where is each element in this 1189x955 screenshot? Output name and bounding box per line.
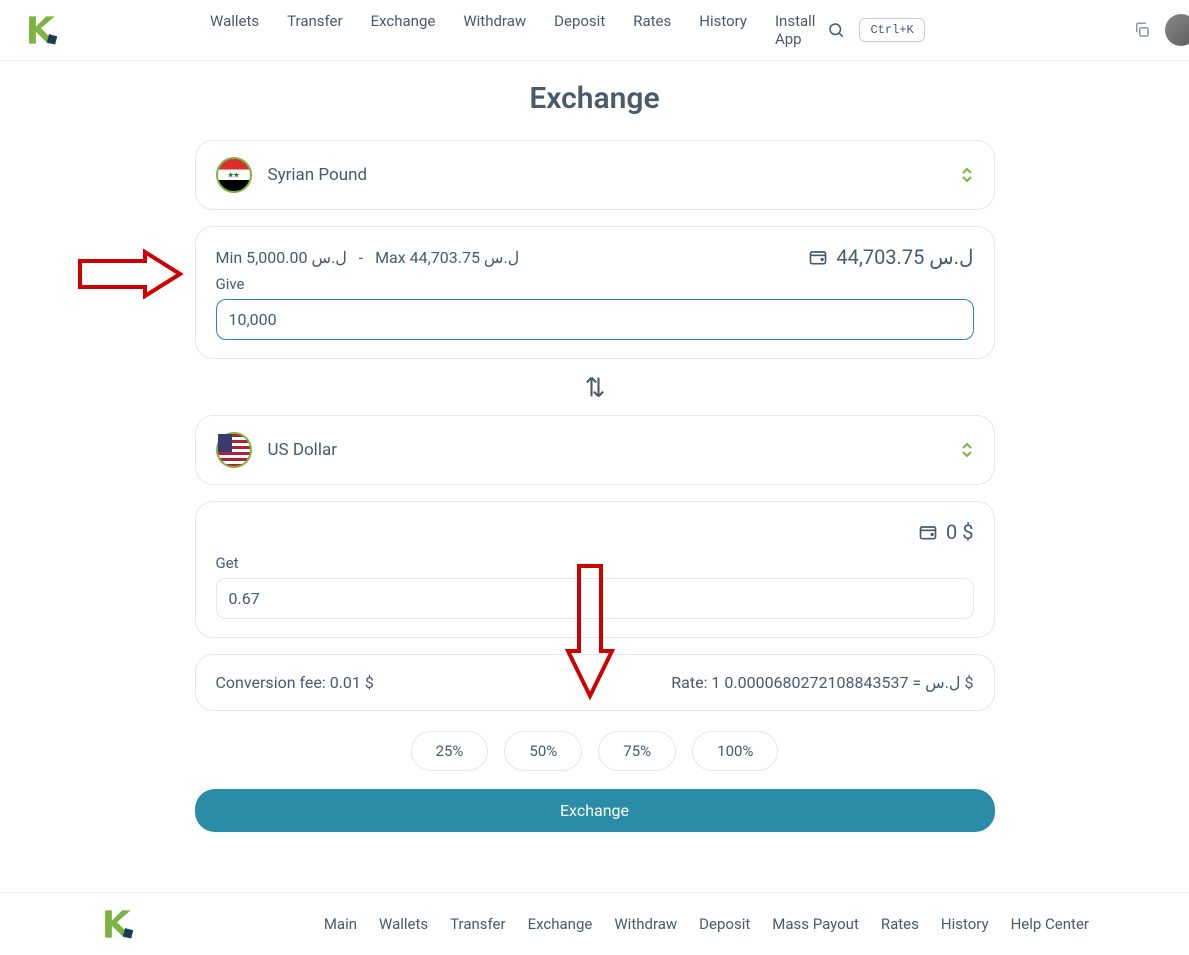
avatar[interactable] xyxy=(1165,14,1189,46)
nav-rates[interactable]: Rates xyxy=(633,12,671,48)
footer-history[interactable]: History xyxy=(941,915,989,933)
get-amount-card: 0 $ Get xyxy=(195,501,995,638)
percent-buttons: 25% 50% 75% 100% xyxy=(195,731,995,771)
chevron-updown-icon xyxy=(960,442,974,458)
give-balance-value: 44,703.75 ل.س xyxy=(836,245,973,269)
shortcut-hint: Ctrl+K xyxy=(859,18,924,42)
pct-50-button[interactable]: 50% xyxy=(504,731,582,771)
footer-withdraw[interactable]: Withdraw xyxy=(614,915,677,933)
header-right: Ctrl+K xyxy=(827,14,1189,46)
flag-usa-icon xyxy=(216,432,252,468)
nav-withdraw[interactable]: Withdraw xyxy=(463,12,526,48)
give-currency-name: Syrian Pound xyxy=(268,165,960,185)
get-balance: 0 $ xyxy=(918,520,973,544)
footer-logo[interactable] xyxy=(100,907,134,941)
get-currency-select[interactable]: US Dollar xyxy=(195,415,995,485)
nav-history[interactable]: History xyxy=(699,12,747,48)
footer-mass-payout[interactable]: Mass Payout xyxy=(772,915,859,933)
exchange-button[interactable]: Exchange xyxy=(195,789,995,832)
give-amount-card: Min 5,000.00 ل.س - Max 44,703.75 ل.س 44,… xyxy=(195,226,995,359)
pct-100-button[interactable]: 100% xyxy=(692,731,778,771)
search-icon[interactable] xyxy=(827,21,845,39)
swap-row xyxy=(195,359,995,415)
pct-75-button[interactable]: 75% xyxy=(598,731,676,771)
nav-transfer[interactable]: Transfer xyxy=(287,12,342,48)
get-balance-value: 0 $ xyxy=(946,520,973,544)
nav-exchange[interactable]: Exchange xyxy=(371,12,436,48)
chevron-updown-icon xyxy=(960,167,974,183)
footer-transfer[interactable]: Transfer xyxy=(450,915,505,933)
give-balance: 44,703.75 ل.س xyxy=(808,245,973,269)
annotation-arrow-give xyxy=(75,249,185,299)
rate-text: Rate: 1 ل.س = 0.0000680272108843537 $ xyxy=(671,673,973,692)
footer: Main Wallets Transfer Exchange Withdraw … xyxy=(0,892,1189,955)
max-limit: Max 44,703.75 ل.س xyxy=(375,248,519,267)
footer-rates[interactable]: Rates xyxy=(881,915,919,933)
give-label: Give xyxy=(216,275,974,293)
min-limit: Min 5,000.00 ل.س xyxy=(216,248,347,267)
header: Wallets Transfer Exchange Withdraw Depos… xyxy=(0,0,1189,61)
give-currency-select[interactable]: Syrian Pound xyxy=(195,140,995,210)
nav-wallets[interactable]: Wallets xyxy=(210,12,259,48)
footer-main[interactable]: Main xyxy=(324,915,357,933)
swap-icon[interactable] xyxy=(581,373,609,401)
flag-syria-icon xyxy=(216,157,252,193)
give-limits: Min 5,000.00 ل.س - Max 44,703.75 ل.س xyxy=(216,248,520,267)
rate-info-card: Conversion fee: 0.01 $ Rate: 1 ل.س = 0.0… xyxy=(195,654,995,711)
get-currency-name: US Dollar xyxy=(268,440,960,460)
footer-help-center[interactable]: Help Center xyxy=(1011,915,1089,933)
nav-deposit[interactable]: Deposit xyxy=(554,12,605,48)
nav-install-app[interactable]: Install App xyxy=(775,12,815,48)
main-nav: Wallets Transfer Exchange Withdraw Depos… xyxy=(210,12,815,48)
wallet-icon xyxy=(808,247,828,267)
logo[interactable] xyxy=(24,13,58,47)
main: Exchange Syrian Pound Min 5,000.00 ل.س -… xyxy=(95,61,1095,872)
footer-nav: Main Wallets Transfer Exchange Withdraw … xyxy=(324,915,1089,933)
footer-exchange[interactable]: Exchange xyxy=(528,915,593,933)
footer-wallets[interactable]: Wallets xyxy=(379,915,428,933)
conversion-fee: Conversion fee: 0.01 $ xyxy=(216,673,374,692)
page-title: Exchange xyxy=(195,81,995,116)
get-label: Get xyxy=(216,554,974,572)
get-amount-input[interactable] xyxy=(216,578,974,619)
pct-25-button[interactable]: 25% xyxy=(411,731,489,771)
wallet-icon xyxy=(918,522,938,542)
limit-sep: - xyxy=(359,248,363,267)
give-amount-input[interactable] xyxy=(216,299,974,340)
copy-icon[interactable] xyxy=(1133,21,1151,39)
footer-deposit[interactable]: Deposit xyxy=(699,915,750,933)
